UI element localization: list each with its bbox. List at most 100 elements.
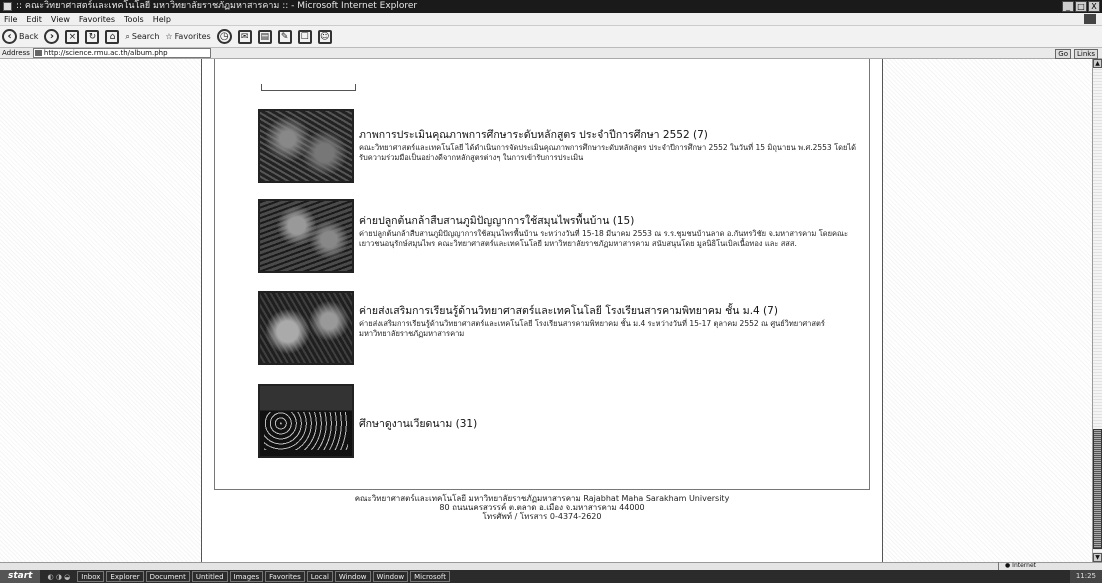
window-title: :: คณะวิทยาศาสตร์และเทคโนโลยี มหาวิทยาลั… [16, 1, 418, 11]
print-button[interactable]: ▤ [257, 29, 272, 44]
back-label: Back [19, 32, 39, 41]
stop-icon: × [65, 29, 80, 44]
menu-view[interactable]: View [51, 13, 70, 25]
messenger-icon: ☺ [317, 29, 332, 44]
mail-icon: ✉ [237, 29, 252, 44]
stop-button[interactable]: × [65, 29, 80, 44]
page-icon [34, 50, 42, 56]
forward-button[interactable]: › [44, 29, 60, 44]
album-item[interactable]: ค่ายส่งเสริมการเรียนรู้ด้านวิทยาศาสตร์แล… [258, 291, 868, 381]
footer-line-1: คณะวิทยาศาสตร์และเทคโนโลยี มหาวิทยาลัยรา… [354, 494, 730, 503]
back-button[interactable]: ‹ Back [2, 29, 38, 44]
top-tab-box [261, 84, 356, 91]
page-viewport: ภาพการประเมินคุณภาพการศึกษาระดับหลักสูตร… [0, 59, 1092, 562]
album-thumbnail[interactable] [258, 291, 354, 365]
album-item[interactable]: ภาพการประเมินคุณภาพการศึกษาระดับหลักสูตร… [258, 109, 868, 199]
menu-favorites[interactable]: Favorites [79, 13, 115, 25]
star-icon: ☆ [165, 32, 173, 41]
footer-line-3: โทรศัพท์ / โทรสาร 0-4374-2620 [482, 512, 602, 521]
quick-launch[interactable]: ◐ ◑ ◒ [42, 573, 75, 581]
start-button[interactable]: start [0, 570, 41, 583]
taskbar-item[interactable]: Untitled [191, 571, 228, 582]
menu-file[interactable]: File [4, 13, 17, 25]
search-button[interactable]: ⌕ Search [125, 32, 159, 42]
globe-icon: ● [1005, 562, 1011, 569]
taskbar-item[interactable]: Explorer [106, 571, 144, 582]
scroll-up-arrow-icon[interactable]: ▲ [1093, 59, 1102, 68]
scroll-thumb[interactable] [1093, 429, 1102, 549]
album-item[interactable]: ศึกษาดูงานเวียดนาม (31) [258, 384, 868, 474]
window-controls: _ □ X [1062, 1, 1100, 12]
history-icon: ◷ [216, 29, 232, 44]
album-description: คณะวิทยาศาสตร์และเทคโนโลยี ได้ดำเนินการจ… [359, 143, 857, 162]
album-thumbnail[interactable] [258, 199, 354, 273]
address-url: http://science.rmu.ac.th/album.php [43, 49, 168, 57]
security-zone: ● Internet [998, 562, 1098, 570]
zone-label: Internet [1012, 562, 1036, 569]
edit-button[interactable]: ✎ [277, 29, 292, 44]
minimize-button[interactable]: _ [1062, 1, 1074, 12]
system-tray-clock: 11:25 [1069, 570, 1102, 583]
album-title[interactable]: ศึกษาดูงานเวียดนาม (31) [359, 418, 864, 431]
maximize-button[interactable]: □ [1075, 1, 1087, 12]
forward-arrow-icon: › [44, 29, 60, 44]
discuss-button[interactable]: ☐ [297, 29, 312, 44]
album-title[interactable]: ค่ายส่งเสริมการเรียนรู้ด้านวิทยาศาสตร์แล… [359, 305, 864, 318]
close-button[interactable]: X [1088, 1, 1100, 12]
mail-button[interactable]: ✉ [237, 29, 252, 44]
favorites-label: Favorites [174, 32, 211, 41]
album-info: ศึกษาดูงานเวียดนาม (31) [359, 418, 864, 431]
history-button[interactable]: ◷ [216, 29, 232, 44]
taskbar-item[interactable]: Favorites [265, 571, 305, 582]
album-thumbnail[interactable] [258, 109, 354, 183]
album-description: ค่ายส่งเสริมการเรียนรู้ด้านวิทยาศาสตร์แล… [359, 319, 825, 338]
taskbar-item[interactable]: Document [145, 571, 190, 582]
status-bar: ● Internet [0, 562, 1102, 570]
favorites-button[interactable]: ☆ Favorites [165, 32, 210, 41]
album-info: ค่ายส่งเสริมการเรียนรู้ด้านวิทยาศาสตร์แล… [359, 305, 864, 339]
menu-tools[interactable]: Tools [124, 13, 144, 25]
address-input[interactable]: http://science.rmu.ac.th/album.php [32, 48, 211, 58]
home-icon: ⌂ [105, 29, 120, 44]
album-list: ภาพการประเมินคุณภาพการศึกษาระดับหลักสูตร… [214, 59, 870, 490]
menu-bar: File Edit View Favorites Tools Help [0, 13, 1102, 26]
standard-toolbar: ‹ Back › × ↻ ⌂ ⌕ Search ☆ Favorites ◷ ✉ … [0, 26, 1102, 48]
scroll-down-arrow-icon[interactable]: ▼ [1093, 553, 1102, 562]
window-title-bar: :: คณะวิทยาศาสตร์และเทคโนโลยี มหาวิทยาลั… [0, 0, 1102, 13]
taskbar-item[interactable]: Window [372, 571, 409, 582]
discuss-icon: ☐ [297, 29, 312, 44]
windows-flag-icon [1084, 14, 1096, 24]
refresh-button[interactable]: ↻ [85, 29, 100, 44]
album-description: ค่ายปลูกต้นกล้าสืบสานภูมิปัญญาการใช้สมุน… [359, 229, 849, 248]
go-button[interactable]: Go [1055, 49, 1072, 59]
page-footer: คณะวิทยาศาสตร์และเทคโนโลยี มหาวิทยาลัยรา… [214, 494, 870, 521]
menu-edit[interactable]: Edit [26, 13, 42, 25]
address-bar: Address http://science.rmu.ac.th/album.p… [0, 48, 1102, 59]
album-item[interactable]: ค่ายปลูกต้นกล้าสืบสานภูมิปัญญาการใช้สมุน… [258, 199, 868, 289]
links-button[interactable]: Links [1074, 49, 1098, 59]
album-info: ภาพการประเมินคุณภาพการศึกษาระดับหลักสูตร… [359, 129, 864, 163]
windows-taskbar: start ◐ ◑ ◒ Inbox Explorer Document Unti… [0, 570, 1102, 583]
album-title[interactable]: ค่ายปลูกต้นกล้าสืบสานภูมิปัญญาการใช้สมุน… [359, 215, 864, 228]
print-icon: ▤ [257, 29, 272, 44]
edit-icon: ✎ [277, 29, 292, 44]
page-container: ภาพการประเมินคุณภาพการศึกษาระดับหลักสูตร… [201, 59, 883, 562]
search-label: Search [131, 32, 160, 41]
vertical-scrollbar[interactable]: ▲ ▼ [1092, 59, 1102, 562]
address-label: Address [2, 49, 30, 57]
menu-help[interactable]: Help [153, 13, 171, 25]
search-icon: ⌕ [125, 31, 130, 41]
messenger-button[interactable]: ☺ [317, 29, 332, 44]
footer-line-2: 80 ถนนนครสวรรค์ ต.ตลาด อ.เมือง จ.มหาสารค… [439, 503, 645, 512]
back-arrow-icon: ‹ [2, 29, 17, 44]
taskbar-item[interactable]: Images [229, 571, 264, 582]
taskbar-item[interactable]: Window [334, 571, 371, 582]
home-button[interactable]: ⌂ [105, 29, 120, 44]
address-actions: Go Links [1055, 49, 1098, 59]
ie-app-icon [3, 2, 12, 11]
taskbar-item[interactable]: Local [306, 571, 333, 582]
album-title[interactable]: ภาพการประเมินคุณภาพการศึกษาระดับหลักสูตร… [359, 129, 864, 142]
album-thumbnail[interactable] [258, 384, 354, 458]
taskbar-item[interactable]: Microsoft [410, 571, 450, 582]
taskbar-item[interactable]: Inbox [77, 571, 105, 582]
